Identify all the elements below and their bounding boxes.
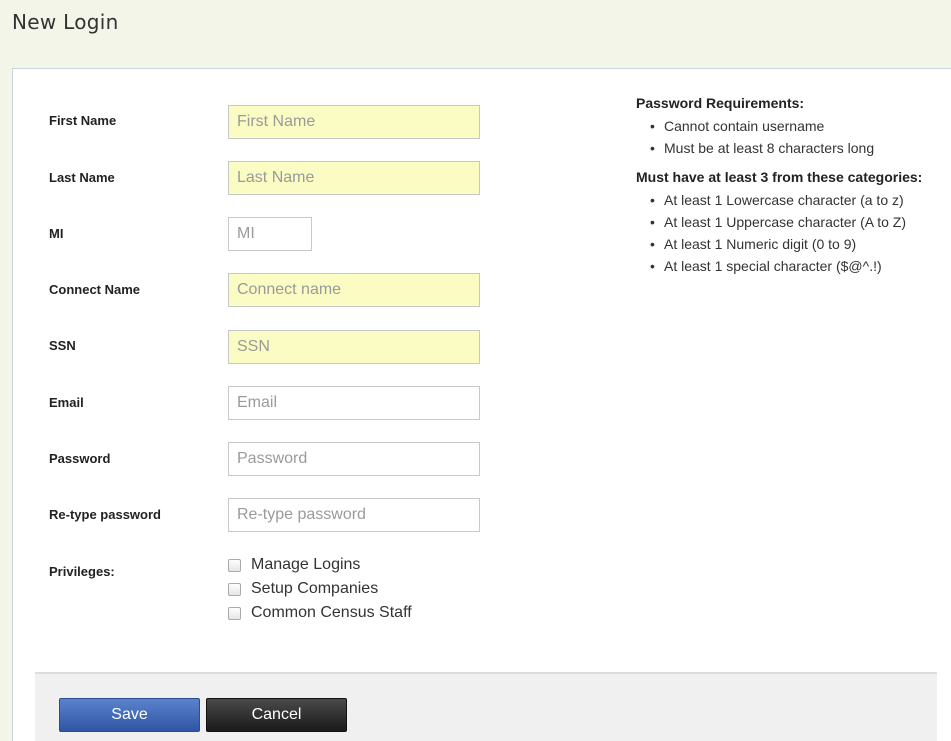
ssn-label: SSN xyxy=(49,338,76,353)
category-item: At least 1 Lowercase character (a to z) xyxy=(636,189,922,211)
last-name-input[interactable] xyxy=(228,161,480,195)
first-name-label: First Name xyxy=(49,113,117,128)
categories-heading: Must have at least 3 from these categori… xyxy=(636,169,923,185)
setup-companies-checkbox[interactable] xyxy=(228,582,241,596)
privilege-common-census-staff[interactable]: Common Census Staff xyxy=(228,603,412,623)
privileges-label: Privileges: xyxy=(49,564,115,579)
retype-password-input[interactable] xyxy=(228,498,480,532)
connect-name-input[interactable] xyxy=(228,273,480,307)
requirements-list: Cannot contain username Must be at least… xyxy=(636,115,922,159)
setup-companies-label: Setup Companies xyxy=(251,580,379,597)
password-requirements: Password Requirements: Cannot contain us… xyxy=(636,95,922,277)
common-census-staff-checkbox[interactable] xyxy=(228,606,241,620)
manage-logins-checkbox[interactable] xyxy=(228,558,241,572)
requirement-item: Must be at least 8 characters long xyxy=(636,137,922,159)
email-input[interactable] xyxy=(228,386,480,420)
manage-logins-label: Manage Logins xyxy=(251,556,361,573)
password-label: Password xyxy=(49,451,111,466)
button-bar: Save Cancel xyxy=(35,672,937,741)
ssn-input[interactable] xyxy=(228,330,480,364)
page-title: New Login xyxy=(12,10,119,34)
categories-list: At least 1 Lowercase character (a to z) … xyxy=(636,189,922,277)
last-name-label: Last Name xyxy=(49,170,115,185)
category-item: At least 1 Numeric digit (0 to 9) xyxy=(636,233,922,255)
category-item: At least 1 special character ($@^.!) xyxy=(636,255,922,277)
category-item: At least 1 Uppercase character (A to Z) xyxy=(636,211,922,233)
email-label: Email xyxy=(49,395,84,410)
password-input[interactable] xyxy=(228,442,480,476)
requirement-item: Cannot contain username xyxy=(636,115,922,137)
mi-input[interactable] xyxy=(228,217,312,251)
first-name-input[interactable] xyxy=(228,105,480,139)
cancel-button[interactable]: Cancel xyxy=(206,698,347,732)
save-button[interactable]: Save xyxy=(59,698,200,732)
requirements-heading: Password Requirements: xyxy=(636,95,805,111)
retype-password-label: Re-type password xyxy=(49,507,161,522)
new-login-panel: First Name Last Name MI Connect Name SSN… xyxy=(12,68,951,741)
common-census-staff-label: Common Census Staff xyxy=(251,604,412,621)
privilege-manage-logins[interactable]: Manage Logins xyxy=(228,555,360,575)
privilege-setup-companies[interactable]: Setup Companies xyxy=(228,579,378,599)
connect-name-label: Connect Name xyxy=(49,282,141,297)
mi-label: MI xyxy=(49,226,64,241)
